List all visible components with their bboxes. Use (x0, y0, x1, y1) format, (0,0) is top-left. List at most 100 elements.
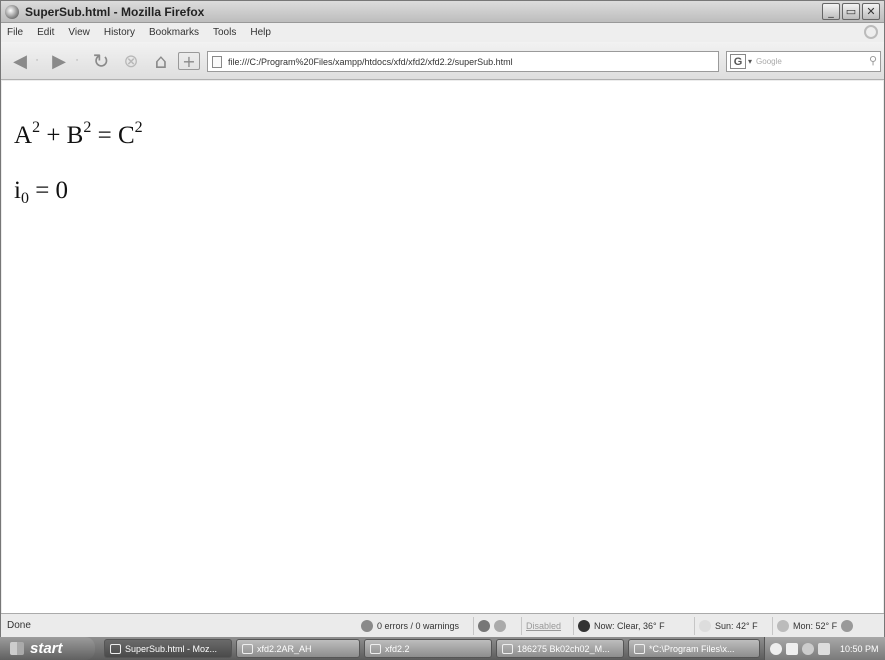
new-tab-button[interactable]: + (178, 51, 200, 71)
gear-icon (494, 620, 506, 632)
firefox-icon (5, 4, 19, 19)
page-content: A2 + B2 = C2 i0 = 0 (2, 81, 883, 613)
new-tab-icon: + (182, 51, 196, 71)
var-b: B (66, 122, 84, 149)
error-console-status[interactable]: 0 errors / 0 warnings (357, 617, 459, 635)
subscript-i: 0 (20, 190, 29, 207)
check-icon (361, 620, 373, 632)
cloud-rain-icon (841, 620, 854, 632)
folder-icon (370, 643, 381, 654)
weather-sun-text: Sun: 42° F (715, 621, 758, 631)
clock[interactable]: 10:50 PM (840, 644, 879, 654)
weather-mon-text: Mon: 52° F (793, 621, 838, 631)
url-bar[interactable]: file:///C:/Program%20Files/xampp/htdocs/… (207, 51, 873, 72)
search-icon[interactable]: ⚲ (869, 54, 877, 67)
exponent-c: 2 (134, 119, 143, 136)
disabled-label: Disabled (526, 621, 562, 631)
menu-bookmarks[interactable]: Bookmarks (149, 27, 199, 38)
equals-zero: = 0 (28, 177, 69, 204)
sun-icon (699, 620, 711, 632)
editor-icon (634, 643, 645, 654)
task-label: SuperSub.html - Moz... (125, 643, 218, 654)
exponent-a: 2 (32, 119, 41, 136)
taskbar-item-folder-1[interactable]: xfd2.2AR_AH (236, 639, 360, 658)
back-history-dropdown[interactable]: · (33, 50, 41, 72)
home-icon: ⌂ (154, 49, 168, 73)
status-bar: Done 0 errors / 0 warnings Disabled Now:… (1, 613, 884, 638)
taskbar: start SuperSub.html - Moz... xfd2.2AR_AH… (0, 637, 885, 660)
activity-throbber-icon (864, 25, 878, 39)
browser-window: SuperSub.html - Mozilla Firefox _ ▭ ✕ Fi… (0, 0, 885, 660)
maximize-button[interactable]: ▭ (842, 3, 860, 20)
stop-button[interactable]: ⊗ (119, 50, 143, 72)
forward-arrow-icon: ▶ (52, 50, 66, 72)
menu-history[interactable]: History (104, 27, 135, 38)
menu-file[interactable]: File (7, 27, 23, 38)
pythagorean-equation: A2 + B2 = C2 (14, 119, 143, 150)
system-tray: 10:50 PM (764, 637, 885, 660)
search-bar[interactable]: G ▾ Google ⚲ (726, 51, 881, 72)
firefox-icon (110, 643, 121, 654)
chevron-down-icon: · (35, 56, 39, 66)
var-a: A (14, 122, 33, 149)
navigation-toolbar: ◀ · ▶ · ↻ ⊗ ⌂ + file:///C:/Program%20Fil… (1, 42, 884, 80)
minimize-button[interactable]: _ (822, 3, 840, 20)
back-arrow-icon: ◀ (13, 50, 27, 72)
subscript-equation: i0 = 0 (14, 177, 68, 208)
error-count: 0 errors / 0 warnings (377, 621, 460, 631)
task-label: xfd2.2 (385, 643, 410, 654)
document-icon (502, 643, 513, 654)
forward-history-dropdown[interactable]: · (73, 50, 81, 72)
tray-volume-icon[interactable] (818, 642, 830, 655)
start-button[interactable]: start (0, 637, 95, 660)
taskbar-item-firefox[interactable]: SuperSub.html - Moz... (104, 639, 232, 658)
taskbar-item-editor[interactable]: *C:\Program Files\x... (628, 639, 760, 658)
equals-sign: = (91, 122, 118, 149)
menu-bar: File Edit View History Bookmarks Tools H… (1, 23, 884, 42)
var-i: i (14, 177, 21, 204)
disabled-status[interactable]: Disabled (521, 617, 561, 635)
menu-edit[interactable]: Edit (37, 27, 54, 38)
search-engine-dropdown[interactable]: ▾ (748, 57, 752, 66)
cloud-icon (777, 620, 789, 632)
page-icon (212, 55, 222, 68)
tray-clock-icon[interactable] (770, 642, 782, 655)
menu-tools[interactable]: Tools (213, 27, 236, 38)
plus-sign: + (40, 122, 67, 149)
title-bar: SuperSub.html - Mozilla Firefox _ ▭ ✕ (1, 1, 884, 23)
taskbar-item-folder-2[interactable]: xfd2.2 (364, 639, 492, 658)
window-title: SuperSub.html - Mozilla Firefox (25, 4, 205, 19)
weather-sunday[interactable]: Sun: 42° F (694, 617, 758, 635)
weather-monday[interactable]: Mon: 52° F (772, 617, 857, 635)
url-text[interactable]: file:///C:/Program%20Files/xampp/htdocs/… (228, 57, 513, 67)
weather-now[interactable]: Now: Clear, 36° F (573, 617, 665, 635)
taskbar-item-document[interactable]: 186275 Bk02ch02_M... (496, 639, 624, 658)
status-text: Done (7, 620, 31, 631)
home-button[interactable]: ⌂ (149, 49, 173, 73)
task-label: xfd2.2AR_AH (257, 643, 312, 654)
moon-icon (578, 620, 590, 632)
menu-help[interactable]: Help (250, 27, 271, 38)
stop-icon: ⊗ (123, 50, 139, 72)
google-icon[interactable]: G (730, 54, 746, 69)
reload-icon: ↻ (92, 49, 110, 73)
back-button[interactable]: ◀ (9, 50, 31, 72)
folder-icon (242, 643, 253, 654)
close-button[interactable]: ✕ (862, 3, 880, 20)
tray-network-icon[interactable] (786, 642, 798, 655)
var-c: C (117, 122, 135, 149)
task-label: 186275 Bk02ch02_M... (517, 643, 610, 654)
forward-button[interactable]: ▶ (47, 50, 71, 72)
addon-status-icons[interactable] (473, 617, 510, 635)
reload-button[interactable]: ↻ (89, 49, 113, 73)
menu-view[interactable]: View (68, 27, 90, 38)
search-input[interactable]: Google (756, 57, 782, 66)
task-label: *C:\Program Files\x... (649, 643, 735, 654)
window-controls: _ ▭ ✕ (822, 3, 880, 20)
windows-flag-icon (10, 642, 24, 655)
chevron-down-icon: · (75, 56, 79, 66)
tray-shield-icon[interactable] (802, 642, 814, 655)
stop-sign-icon (478, 620, 490, 632)
weather-now-text: Now: Clear, 36° F (594, 621, 665, 631)
start-label: start (30, 640, 63, 657)
